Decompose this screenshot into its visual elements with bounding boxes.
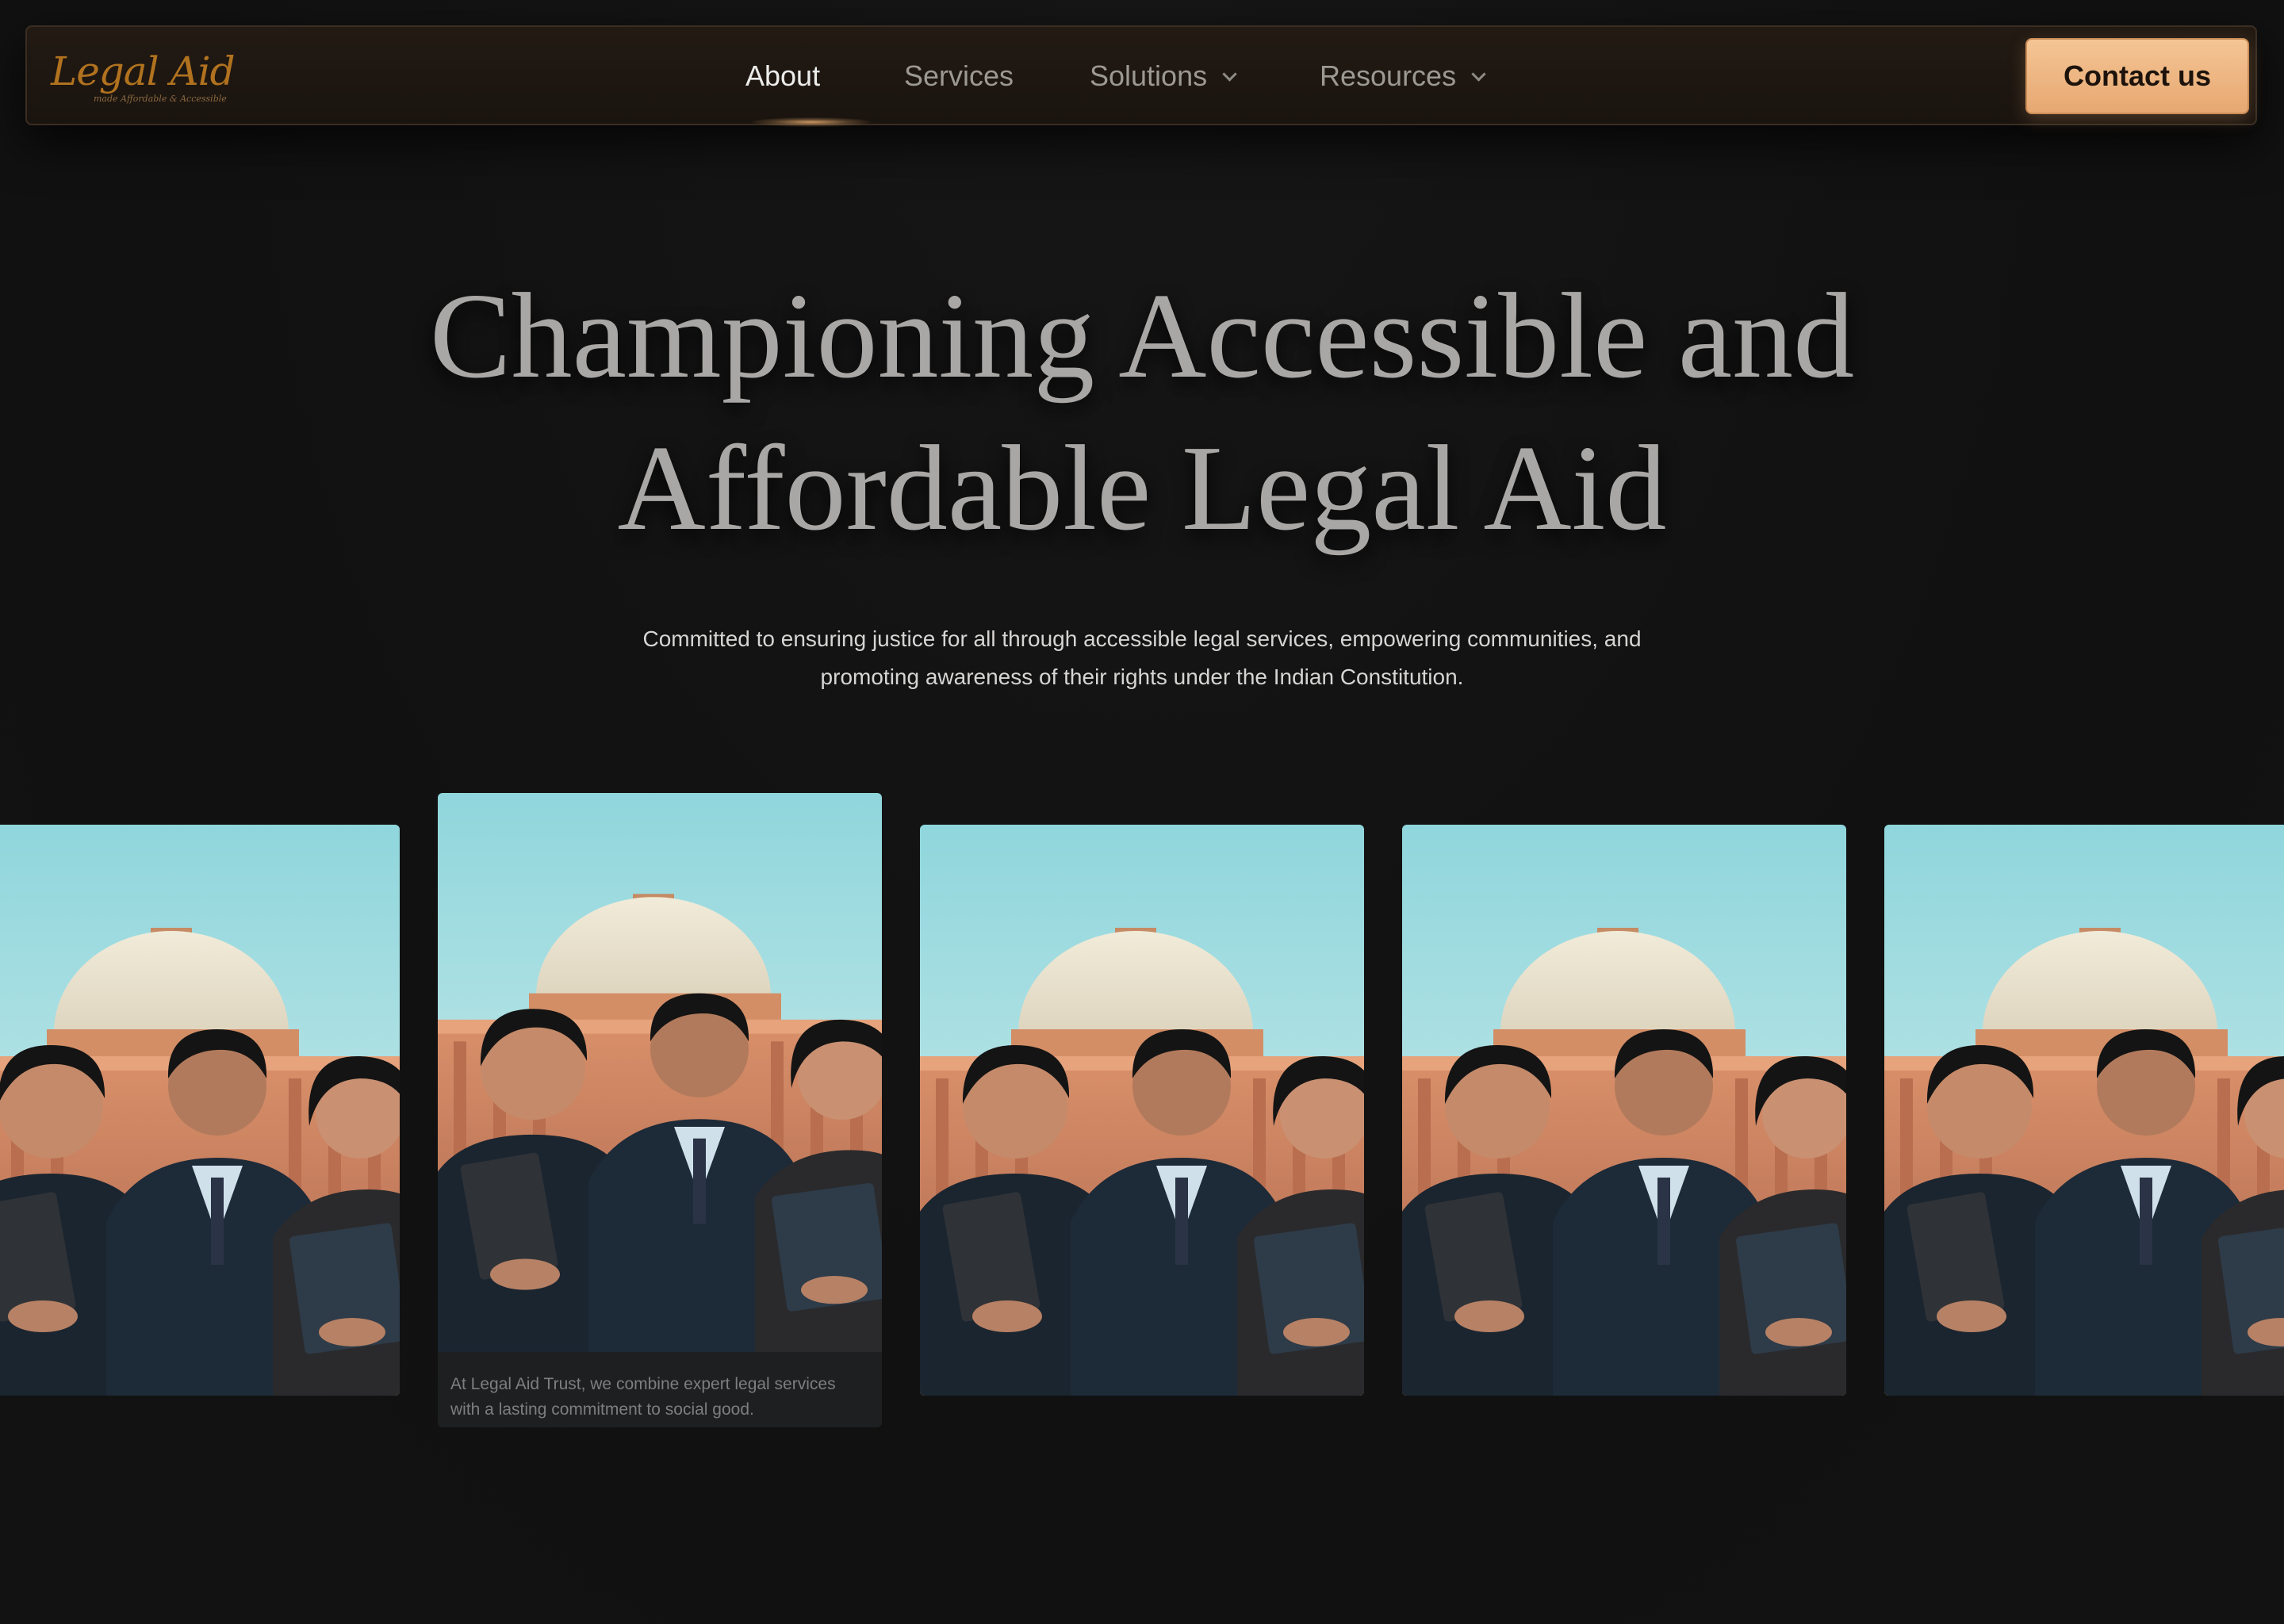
hero-title: Championing Accessible and Affordable Le… <box>190 260 2094 565</box>
chevron-down-icon <box>1222 66 1237 82</box>
card-caption-line-1: At Legal Aid Trust, we combine expert le… <box>450 1375 836 1393</box>
nav-item-about[interactable]: About <box>745 27 820 125</box>
carousel-card[interactable] <box>0 825 400 1396</box>
carousel-card[interactable] <box>1402 825 1846 1396</box>
nav-item-label: About <box>745 59 821 92</box>
card-caption: At Legal Aid Trust, we combine expert le… <box>450 1372 863 1423</box>
contact-us-button[interactable]: Contact us <box>2025 38 2249 114</box>
nav-item-label: Solutions <box>1090 59 1208 92</box>
carousel-card-featured[interactable]: At Legal Aid Trust, we combine expert le… <box>438 793 882 1427</box>
team-photo <box>1402 825 1846 1396</box>
page: Legal Aid made Affordable & Accessible A… <box>0 0 2284 1624</box>
team-photo <box>438 793 882 1352</box>
photo-carousel[interactable]: At Legal Aid Trust, we combine expert le… <box>0 785 2284 1451</box>
team-photo <box>0 825 400 1396</box>
carousel-card[interactable] <box>1884 825 2284 1396</box>
nav-item-resources[interactable]: Resources <box>1320 27 1486 125</box>
nav-item-solutions[interactable]: Solutions <box>1090 27 1237 125</box>
nav-item-services[interactable]: Services <box>904 27 1014 125</box>
card-caption-line-2: with a lasting commitment to social good… <box>450 1400 754 1419</box>
team-photo <box>920 825 1364 1396</box>
hero-title-line-2: Affordable Legal Aid <box>617 421 1667 556</box>
hero-title-line-1: Championing Accessible and <box>429 269 1855 404</box>
hero-subtitle-line-1: Committed to ensuring justice for all th… <box>642 626 1642 651</box>
nav-item-label: Services <box>904 59 1014 92</box>
team-photo <box>1884 825 2284 1396</box>
carousel-card[interactable] <box>920 825 1364 1396</box>
navbar: Legal Aid made Affordable & Accessible A… <box>25 25 2257 127</box>
hero-subtitle: Committed to ensuring justice for all th… <box>547 620 1737 696</box>
nav-item-label: Resources <box>1320 59 1457 92</box>
active-indicator <box>752 117 871 127</box>
hero-subtitle-line-2: promoting awareness of their rights unde… <box>820 665 1464 689</box>
chevron-down-icon <box>1471 66 1486 82</box>
nav-links: About Services Solutions Resources <box>27 27 2255 124</box>
